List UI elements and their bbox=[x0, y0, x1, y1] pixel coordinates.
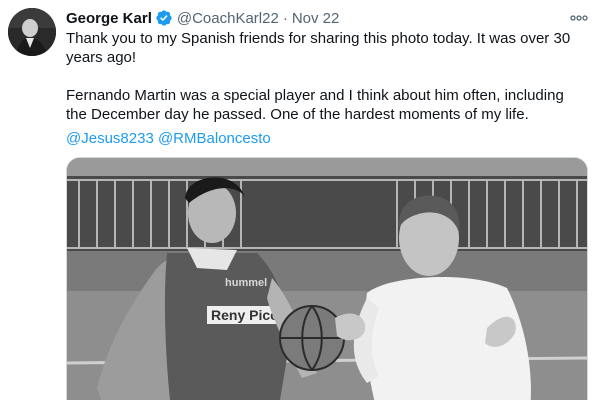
header-separator: · bbox=[282, 9, 288, 27]
jersey-logo: hummel bbox=[225, 277, 267, 289]
tweet-date[interactable]: Nov 22 bbox=[292, 10, 340, 27]
tweet-text-paragraph-2: Fernando Martin was a special player and… bbox=[66, 87, 564, 123]
more-horizontal-icon[interactable] bbox=[568, 9, 590, 27]
tweet[interactable]: George Karl @CoachKarl22 · Nov 22 Thank … bbox=[0, 0, 600, 400]
basketball-photo: Reny Picot hummel bbox=[67, 158, 587, 400]
mentions: @Jesus8233 @RMBaloncesto bbox=[66, 129, 271, 148]
display-name[interactable]: George Karl bbox=[66, 10, 152, 27]
verified-badge-icon bbox=[155, 9, 173, 27]
user-handle[interactable]: @CoachKarl22 bbox=[177, 10, 279, 27]
tweet-text: Thank you to my Spanish friends for shar… bbox=[66, 29, 588, 124]
profile-photo bbox=[8, 8, 56, 56]
tweet-header: George Karl @CoachKarl22 · Nov 22 bbox=[66, 8, 339, 28]
tweet-text-paragraph-1: Thank you to my Spanish friends for shar… bbox=[66, 30, 571, 66]
avatar[interactable] bbox=[8, 8, 56, 56]
tweet-photo[interactable]: Reny Picot hummel bbox=[66, 157, 588, 400]
mention-link[interactable]: @Jesus8233 bbox=[66, 130, 154, 147]
basketball bbox=[279, 305, 345, 371]
mention-link[interactable]: @RMBaloncesto bbox=[158, 130, 271, 147]
